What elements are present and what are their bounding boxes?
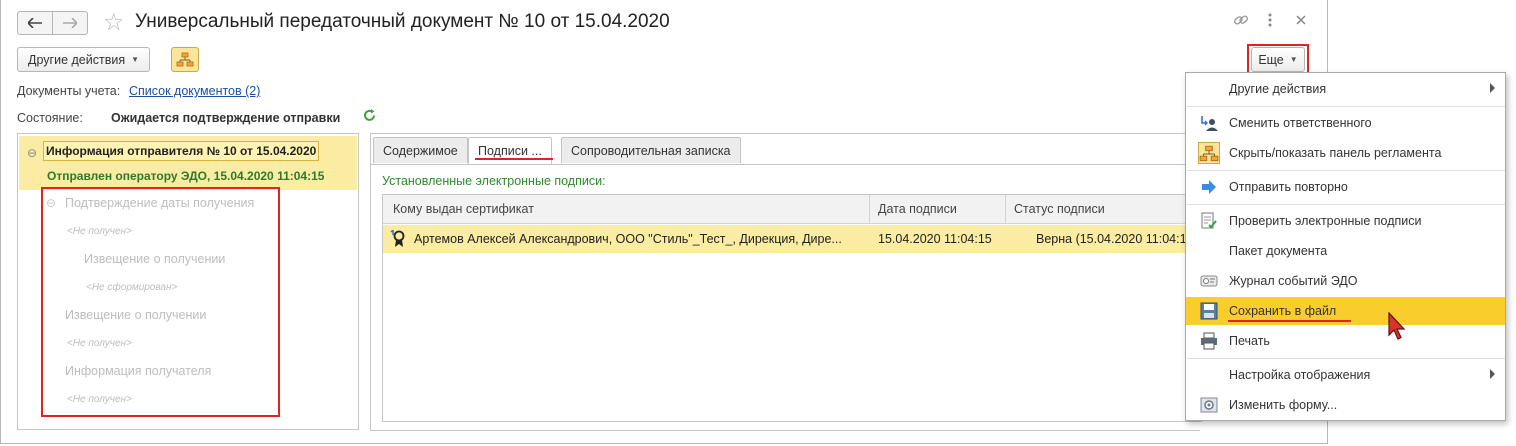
docs-label: Документы учета: (17, 84, 121, 98)
menu-item-other-actions[interactable]: Другие действия (1186, 75, 1505, 103)
annotation-underline-save (1228, 320, 1351, 322)
menu-item-resend[interactable]: Отправить повторно (1186, 173, 1505, 201)
menu-item-label: Изменить форму... (1229, 398, 1338, 412)
tree-item-status: Отправлен оператору ЭДО, 15.04.2020 11:0… (47, 169, 325, 183)
tab-cover-note[interactable]: Сопроводительная записка (561, 137, 741, 163)
regulation-tree-panel: ⊖ Информация отправителя № 10 от 15.04.2… (17, 133, 359, 430)
link-icon[interactable] (1233, 12, 1249, 32)
menu-item-label: Отправить повторно (1229, 180, 1348, 194)
check-signature-icon (1200, 212, 1218, 230)
forward-button[interactable] (52, 11, 88, 35)
column-header[interactable]: Кому выдан сертификат (393, 202, 534, 216)
tab-signatures[interactable]: Подписи ... (468, 137, 552, 165)
column-header[interactable]: Дата подписи (878, 202, 957, 216)
signatures-caption: Установленные электронные подписи: (382, 174, 606, 188)
menu-item-save-to-file[interactable]: Сохранить в файл (1186, 297, 1505, 325)
back-button[interactable] (17, 11, 53, 35)
document-window: ☆ Универсальный передаточный документ № … (0, 0, 1328, 444)
other-actions-button[interactable]: Другие действия ▼ (17, 47, 151, 72)
menu-item-label: Другие действия (1229, 82, 1327, 96)
tree-item-title: Информация отправителя № 10 от 15.04.202… (43, 141, 320, 161)
menu-separator (1187, 204, 1505, 205)
submenu-arrow-icon (1490, 369, 1495, 379)
mouse-cursor-icon (1387, 311, 1409, 345)
column-divider (869, 195, 870, 224)
menu-separator (1187, 106, 1505, 107)
table-row[interactable]: Артемов Алексей Александрович, ООО "Стил… (383, 225, 1202, 253)
certificate-icon (390, 228, 406, 251)
menu-item-label: Сохранить в файл (1229, 304, 1337, 318)
title-bar: ☆ Универсальный передаточный документ № … (1, 0, 1327, 42)
collapse-icon[interactable]: ⊖ (27, 146, 37, 160)
arrow-right-icon (1200, 178, 1218, 196)
refresh-icon[interactable] (362, 108, 377, 126)
menu-item-change-form[interactable]: Изменить форму... (1186, 391, 1505, 419)
other-actions-label: Другие действия (28, 52, 126, 67)
menu-item-print[interactable]: Печать (1186, 327, 1505, 355)
signature-date: 15.04.2020 11:04:15 (878, 232, 992, 246)
menu-separator (1187, 358, 1505, 359)
annotation-underline-tab (475, 158, 553, 160)
more-label: Еще (1258, 52, 1284, 67)
menu-separator (1187, 170, 1505, 171)
certificate-holder: Артемов Алексей Александрович, ООО "Стил… (414, 232, 842, 246)
docs-list-link[interactable]: Список документов (2) (129, 84, 260, 98)
more-button[interactable]: Еще ▼ (1251, 47, 1305, 72)
toggle-schema-panel-button[interactable] (171, 47, 199, 72)
menu-item-label: Печать (1229, 334, 1270, 348)
tree-item-sender-info[interactable]: ⊖ Информация отправителя № 10 от 15.04.2… (19, 136, 357, 190)
log-icon (1200, 272, 1218, 290)
save-file-icon (1200, 302, 1218, 320)
schema-icon (176, 52, 194, 66)
schema-icon (1198, 142, 1220, 164)
menu-item-label: Проверить электронные подписи (1229, 214, 1422, 228)
menu-item-label: Скрыть/показать панель регламента (1229, 146, 1442, 160)
printer-icon (1200, 332, 1218, 350)
tab-content[interactable]: Содержимое (373, 137, 468, 163)
tab-label: Содержимое (383, 144, 458, 158)
column-header[interactable]: Статус подписи (1014, 202, 1105, 216)
more-vertical-icon[interactable] (1267, 12, 1273, 32)
table-header: Кому выдан сертификат Дата подписи Стату… (383, 195, 1202, 224)
menu-item-toggle-schema[interactable]: Скрыть/показать панель регламента (1186, 139, 1505, 167)
menu-item-change-responsible[interactable]: Сменить ответственного (1186, 109, 1505, 137)
menu-item-label: Настройка отображения (1229, 368, 1371, 382)
close-icon[interactable] (1295, 13, 1307, 30)
tab-label: Сопроводительная записка (571, 144, 731, 158)
column-divider (1005, 195, 1006, 224)
tab-label: Подписи ... (478, 144, 542, 158)
menu-item-document-package[interactable]: Пакет документа (1186, 237, 1505, 265)
chevron-down-icon: ▼ (1289, 55, 1298, 64)
annotation-highlight-tree (41, 187, 280, 417)
change-user-icon (1200, 114, 1218, 132)
submenu-arrow-icon (1490, 83, 1495, 93)
page-title: Универсальный передаточный документ № 10… (135, 11, 670, 32)
menu-item-display-settings[interactable]: Настройка отображения (1186, 361, 1505, 389)
menu-item-edo-log[interactable]: Журнал событий ЭДО (1186, 267, 1505, 295)
arrow-left-icon (28, 18, 42, 28)
arrow-right-icon (63, 18, 77, 28)
menu-item-label: Пакет документа (1229, 244, 1328, 258)
tab-divider (371, 164, 1201, 165)
menu-item-label: Журнал событий ЭДО (1229, 274, 1358, 288)
tabs-area: Содержимое Подписи ... Сопроводительная … (370, 133, 1202, 431)
menu-item-label: Сменить ответственного (1229, 116, 1372, 130)
favorite-star-icon[interactable]: ☆ (103, 9, 125, 37)
signatures-table: Кому выдан сертификат Дата подписи Стату… (382, 194, 1202, 422)
signature-status: Верна (15.04.2020 11:04:15) (1036, 232, 1196, 246)
menu-item-check-signatures[interactable]: Проверить электронные подписи (1186, 207, 1505, 235)
state-value: Ожидается подтверждение отправки (111, 111, 341, 125)
more-dropdown-menu: Другие действия Сменить ответственного С… (1185, 72, 1506, 421)
state-label: Состояние: (17, 111, 83, 125)
chevron-down-icon: ▼ (131, 55, 140, 64)
form-settings-icon (1200, 396, 1218, 414)
